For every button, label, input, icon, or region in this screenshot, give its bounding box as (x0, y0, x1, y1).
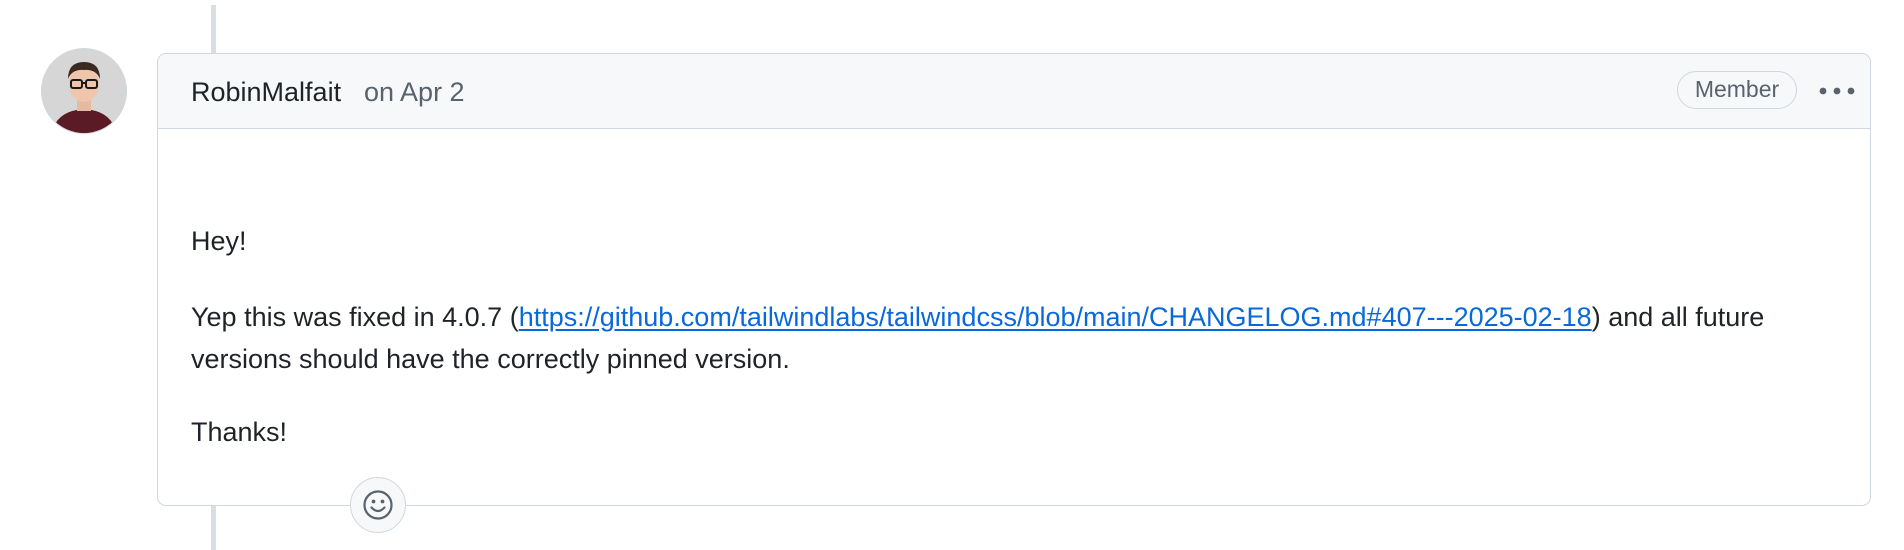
comment-closing: Thanks! (191, 417, 288, 447)
member-badge: Member (1677, 71, 1797, 109)
smiley-icon (363, 490, 393, 520)
user-avatar-icon (42, 49, 126, 133)
avatar[interactable] (42, 49, 126, 133)
timeline-line-bottom (211, 506, 216, 550)
comment-timestamp[interactable]: on Apr 2 (364, 76, 465, 108)
add-reaction-button[interactable] (350, 477, 406, 533)
kebab-horizontal-icon (1819, 87, 1855, 95)
fix-text-before: Yep this was fixed in 4.0.7 ( (191, 302, 519, 332)
comment-greeting: Hey! (191, 226, 247, 256)
changelog-link[interactable]: https://github.com/tailwindlabs/tailwind… (519, 302, 1592, 332)
comment-box: RobinMalfait on Apr 2 Member Hey! Yep th… (157, 53, 1871, 533)
timeline-line-top (211, 5, 216, 53)
comment-author-link[interactable]: RobinMalfait (191, 76, 341, 108)
more-actions-button[interactable] (1814, 74, 1860, 108)
comment-fix-paragraph: Yep this was fixed in 4.0.7 (https://git… (191, 296, 1837, 380)
comment-header: RobinMalfait on Apr 2 Member (158, 54, 1870, 129)
